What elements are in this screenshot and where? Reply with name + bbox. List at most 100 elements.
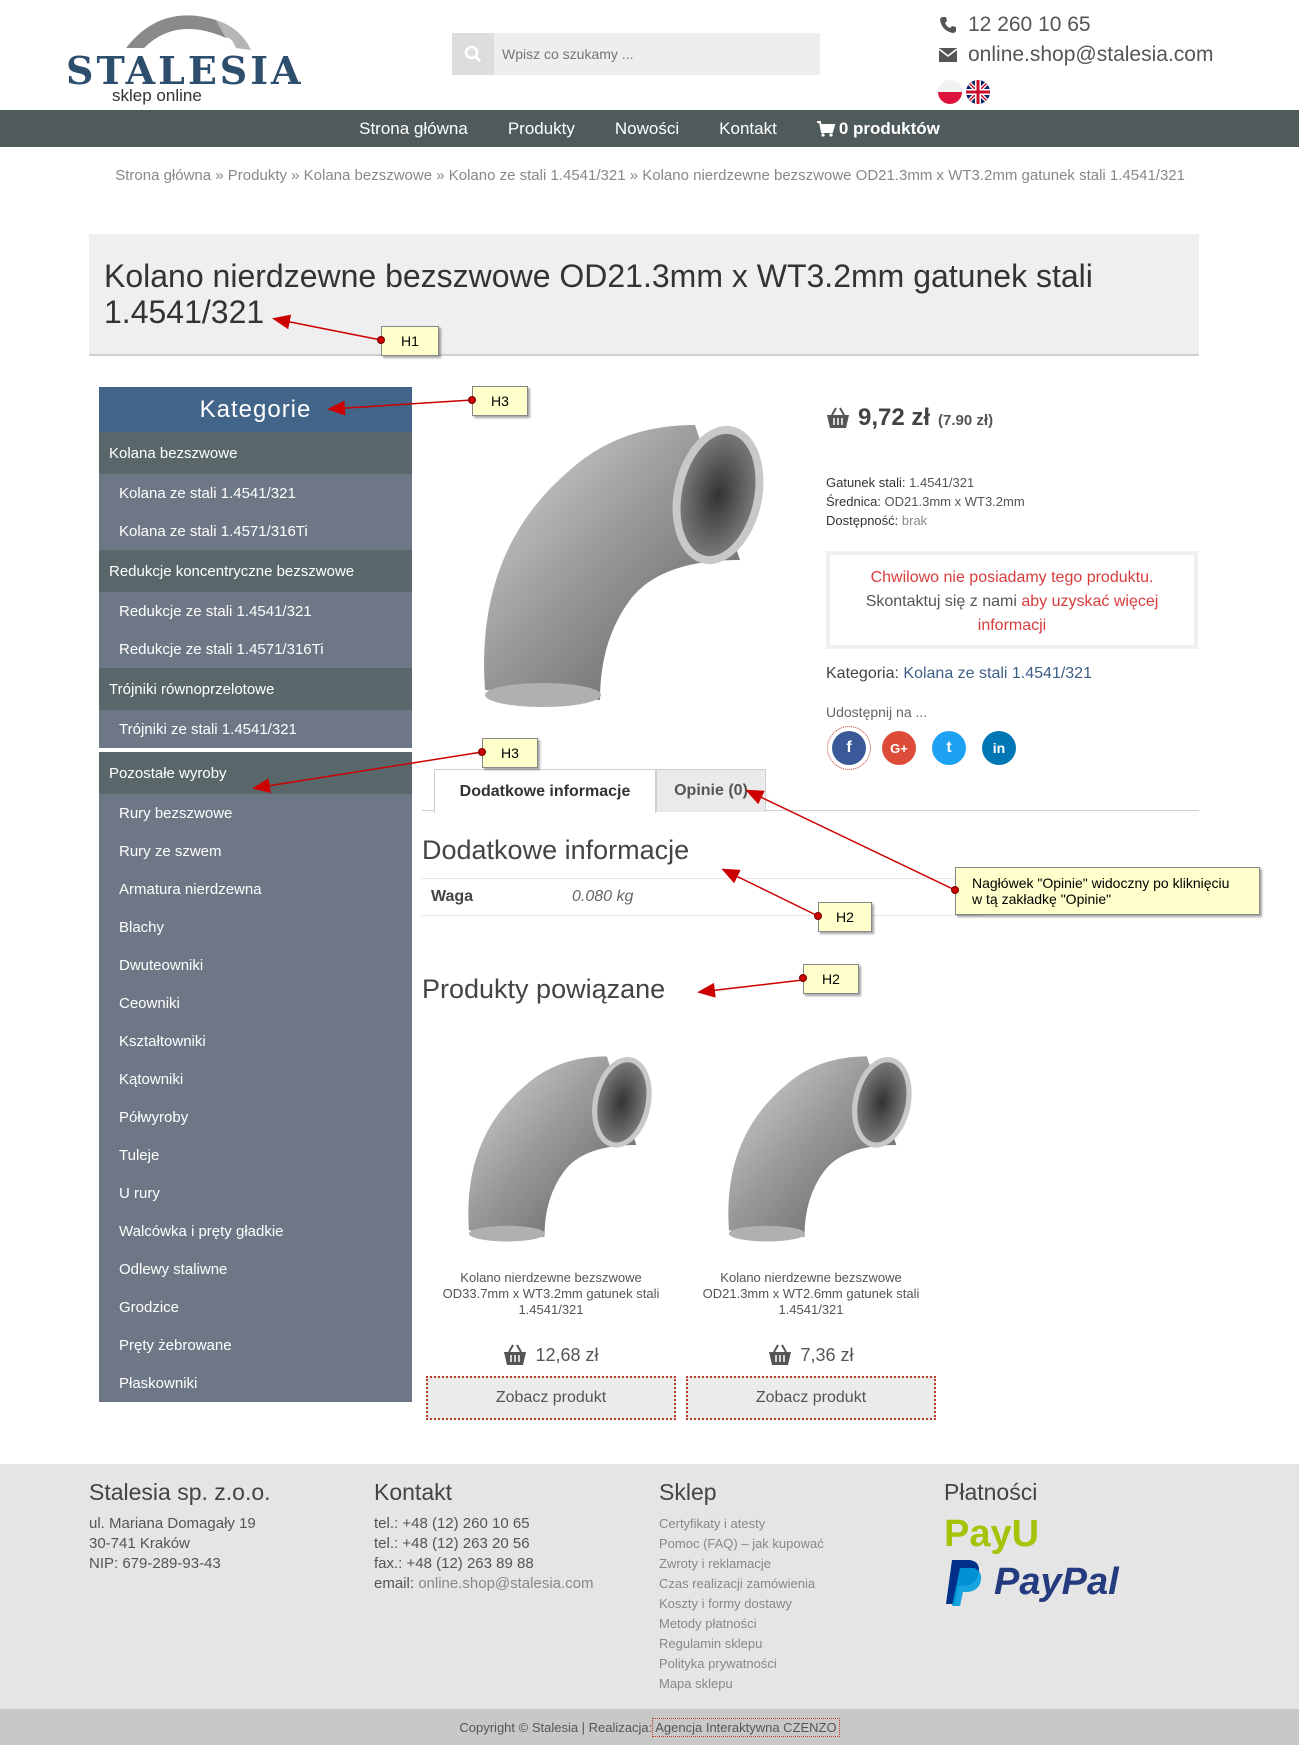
- phone-row[interactable]: 12 260 10 65: [938, 10, 1213, 40]
- sidebar-item[interactable]: Pręty żebrowane: [99, 1326, 412, 1364]
- cart-count: 0 produktów: [838, 118, 940, 138]
- tab-additional-info[interactable]: Dodatkowe informacje: [434, 769, 656, 813]
- email-row[interactable]: online.shop@stalesia.com: [938, 40, 1213, 70]
- view-product-button[interactable]: Zobacz produkt: [426, 1376, 676, 1420]
- sidebar-item[interactable]: Grodzice: [99, 1288, 412, 1326]
- footer-link[interactable]: Pomoc (FAQ) – jak kupować: [659, 1534, 824, 1554]
- sidebar-item[interactable]: Redukcje ze stali 1.4541/321: [99, 592, 412, 630]
- footer-line: 30-741 Kraków: [89, 1535, 190, 1552]
- sidebar-item[interactable]: Ceowniki: [99, 984, 412, 1022]
- related-product-price: 7,36 zł: [684, 1344, 938, 1366]
- footer-line: ul. Mariana Domagały 19: [89, 1515, 256, 1532]
- title-block: Kolano nierdzewne bezszwowe OD21.3mm x W…: [89, 234, 1199, 356]
- weight-label: Waga: [431, 888, 474, 905]
- footer-line: tel.: +48 (12) 260 10 65: [374, 1515, 530, 1532]
- language-switcher: [938, 80, 990, 104]
- annotation-dot: [951, 886, 959, 894]
- footer-email-link[interactable]: online.shop@stalesia.com: [418, 1575, 593, 1592]
- spec-row: Gatunek stali: 1.4541/321: [826, 473, 1025, 492]
- sidebar-item[interactable]: Rury ze szwem: [99, 832, 412, 870]
- footer-link[interactable]: Koszty i formy dostawy: [659, 1594, 824, 1614]
- annotation-h3: H3: [472, 386, 528, 416]
- annotation-dot: [799, 974, 807, 982]
- sidebar-item[interactable]: Walcówka i pręty gładkie: [99, 1212, 412, 1250]
- additional-info-heading: Dodatkowe informacje: [422, 835, 690, 865]
- sidebar-item[interactable]: Kształtowniki: [99, 1022, 412, 1060]
- nav-products[interactable]: Produkty: [488, 119, 595, 139]
- footer-link[interactable]: Mapa sklepu: [659, 1674, 824, 1694]
- footer-link[interactable]: Polityka prywatności: [659, 1654, 824, 1674]
- page-title: Kolano nierdzewne bezszwowe OD21.3mm x W…: [104, 258, 1093, 330]
- agency-link[interactable]: Agencja Interaktywna CZENZO: [652, 1717, 840, 1737]
- annotation-note-line: Nagłówek "Opinie" widoczny po kliknięciu: [972, 875, 1230, 891]
- sidebar-item[interactable]: Kątowniki: [99, 1060, 412, 1098]
- notice-link[interactable]: aby uzyskać więcej: [1021, 593, 1158, 610]
- sidebar-group-trojniki[interactable]: Trójniki równoprzelotowe: [99, 668, 412, 710]
- search-input[interactable]: [502, 33, 812, 75]
- footer-link[interactable]: Zwroty i reklamacje: [659, 1554, 824, 1574]
- sidebar-item[interactable]: Rury bezszwowe: [99, 794, 412, 832]
- nav-contact[interactable]: Kontakt: [699, 119, 797, 139]
- flag-pl-icon[interactable]: [938, 80, 962, 104]
- product-specs: Gatunek stali: 1.4541/321 Średnica: OD21…: [826, 473, 1025, 530]
- breadcrumb[interactable]: Strona główna » Produkty » Kolana bezszw…: [100, 165, 1185, 187]
- sidebar-item[interactable]: Armatura nierdzewna: [99, 870, 412, 908]
- sidebar-item[interactable]: Trójniki ze stali 1.4541/321: [99, 710, 412, 748]
- related-product-image[interactable]: [446, 1040, 656, 1250]
- sidebar-item[interactable]: Odlewy staliwne: [99, 1250, 412, 1288]
- footer-email-label: email:: [374, 1575, 415, 1592]
- related-product-image[interactable]: [706, 1040, 916, 1250]
- spec-label: Gatunek stali:: [826, 475, 906, 490]
- related-product-name[interactable]: Kolano nierdzewne bezszwowe OD33.7mm x W…: [424, 1270, 678, 1334]
- annotation-h3: H3: [482, 738, 538, 768]
- footer-contact: Kontakt tel.: +48 (12) 260 10 65 tel.: +…: [374, 1479, 594, 1594]
- sidebar-item[interactable]: Półwyroby: [99, 1098, 412, 1136]
- twitter-icon[interactable]: t: [932, 731, 966, 765]
- footer-payments-title: Płatności: [944, 1479, 1038, 1505]
- sidebar-item[interactable]: Redukcje ze stali 1.4571/316Ti: [99, 630, 412, 668]
- product-image[interactable]: [450, 400, 770, 720]
- paypal-logo: PayPal: [944, 1558, 1119, 1606]
- sidebar-item[interactable]: Kolana ze stali 1.4541/321: [99, 474, 412, 512]
- sidebar-group-redukcje[interactable]: Redukcje koncentryczne bezszwowe: [99, 550, 412, 592]
- nav-cart[interactable]: 0 produktów: [797, 119, 960, 139]
- notice-line-1: Chwilowo nie posiadamy tego produktu.: [870, 569, 1154, 586]
- sidebar-group-kolana[interactable]: Kolana bezszwowe: [99, 432, 412, 474]
- phone-number: 12 260 10 65: [968, 13, 1091, 36]
- flag-uk-icon[interactable]: [966, 80, 990, 104]
- footer-link[interactable]: Czas realizacji zamówienia: [659, 1574, 824, 1594]
- footer-link[interactable]: Regulamin sklepu: [659, 1634, 824, 1654]
- annotation-reviews-note: Nagłówek "Opinie" widoczny po kliknięciu…: [955, 867, 1260, 915]
- sidebar-item[interactable]: Blachy: [99, 908, 412, 946]
- related-price-value: 12,68 zł: [535, 1344, 599, 1365]
- google-plus-icon[interactable]: G+: [882, 731, 916, 765]
- sidebar-group-pozostale[interactable]: Pozostałe wyroby: [99, 752, 412, 794]
- footer-link[interactable]: Certyfikaty i atesty: [659, 1514, 824, 1534]
- logo[interactable]: STALESIA sklep online: [66, 8, 301, 108]
- footer-line: tel.: +48 (12) 263 20 56: [374, 1535, 530, 1552]
- sidebar-item[interactable]: Tuleje: [99, 1136, 412, 1174]
- related-heading: Produkty powiązane: [422, 974, 666, 1004]
- nav-home[interactable]: Strona główna: [339, 119, 488, 139]
- tab-reviews[interactable]: Opinie (0): [656, 769, 766, 812]
- sidebar-item[interactable]: Dwuteowniki: [99, 946, 412, 984]
- sidebar-other-items: Rury bezszwowe Rury ze szwem Armatura ni…: [99, 794, 412, 1402]
- footer-link[interactable]: Metody płatności: [659, 1614, 824, 1634]
- nav-news[interactable]: Nowości: [595, 119, 699, 139]
- sidebar-item[interactable]: Kolana ze stali 1.4571/316Ti: [99, 512, 412, 550]
- related-product-name[interactable]: Kolano nierdzewne bezszwowe OD21.3mm x W…: [684, 1270, 938, 1334]
- email-address: online.shop@stalesia.com: [968, 43, 1214, 66]
- category-link[interactable]: Kolana ze stali 1.4541/321: [903, 665, 1092, 682]
- spec-label: Średnica:: [826, 494, 881, 509]
- spec-value: brak: [901, 513, 928, 528]
- notice-line-3[interactable]: informacji: [830, 614, 1194, 638]
- sidebar-item[interactable]: U rury: [99, 1174, 412, 1212]
- search-button[interactable]: [452, 33, 494, 75]
- facebook-icon[interactable]: f: [827, 726, 871, 770]
- footer-email-line: email: online.shop@stalesia.com: [374, 1574, 594, 1594]
- sidebar-item[interactable]: Płaskowniki: [99, 1364, 412, 1402]
- spec-value: OD21.3mm x WT3.2mm: [884, 494, 1025, 509]
- linkedin-icon[interactable]: in: [982, 731, 1016, 765]
- footer-shop-title: Sklep: [659, 1479, 717, 1505]
- view-product-button[interactable]: Zobacz produkt: [686, 1376, 936, 1420]
